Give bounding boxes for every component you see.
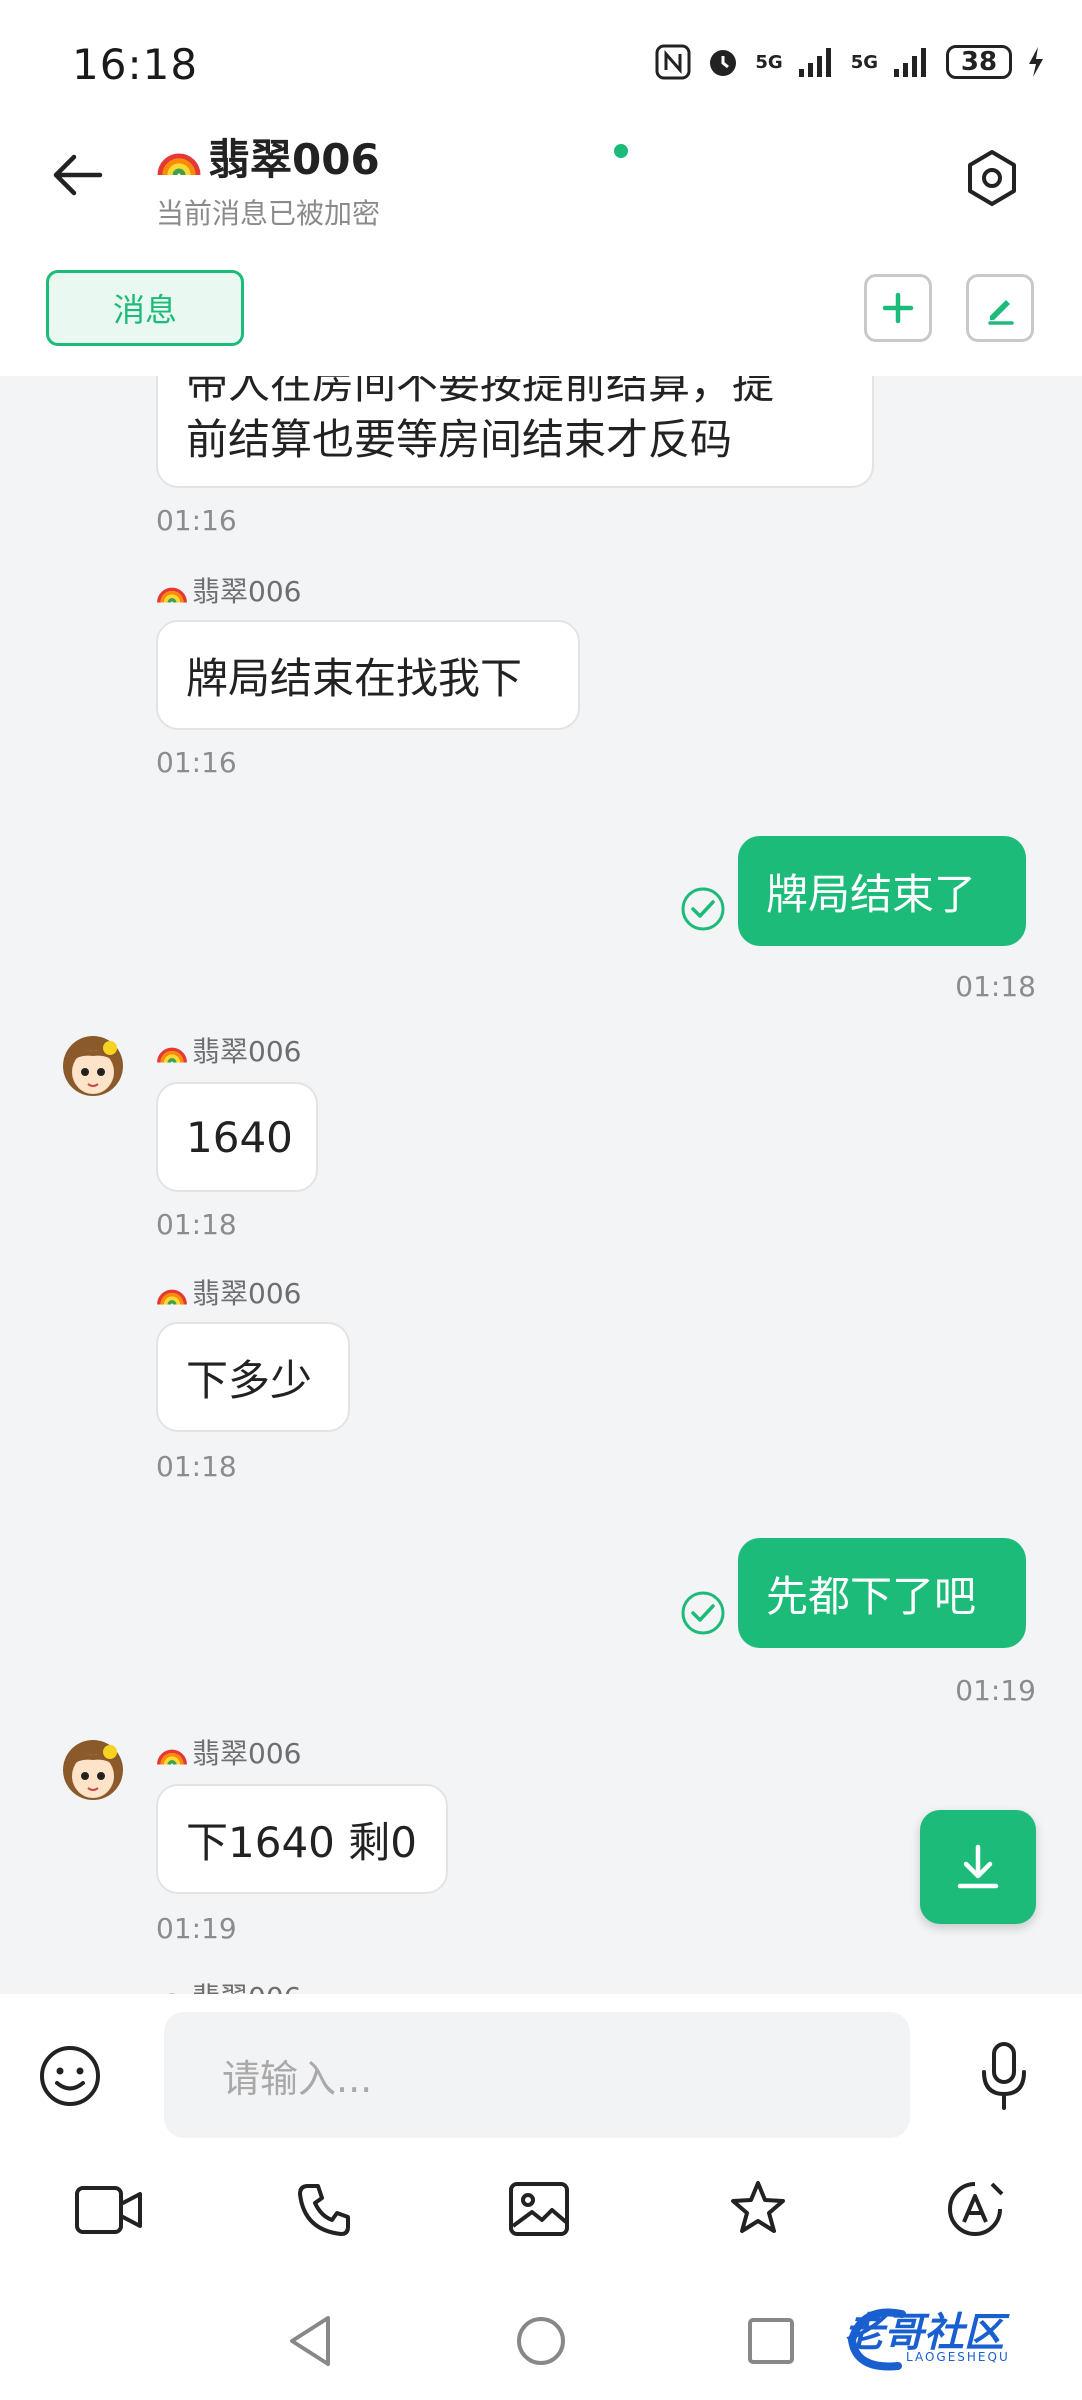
sender-name: 翡翠006 (156, 570, 301, 610)
message-text-line: 带人在房间不要按提前结算，提 (186, 376, 775, 408)
rainbow-icon (157, 587, 187, 603)
download-arrow-icon (957, 1844, 999, 1889)
message-list[interactable]: 带人在房间不要按提前结算，提 前结算也要等房间结束才反码 01:16 翡翠006… (0, 376, 1082, 1994)
message-text: 下1640 剩0 (186, 1817, 417, 1867)
sender-name-text: 翡翠006 (192, 575, 302, 608)
rainbow-icon (157, 1047, 187, 1063)
status-icons: 5G 5G 38 (655, 44, 1046, 80)
message-text: 先都下了吧 (766, 1571, 977, 1621)
read-check-icon (681, 887, 725, 931)
sender-name: 翡翠006 (156, 1976, 301, 1994)
message-text: 牌局结束了 (766, 869, 977, 919)
chat-title: 翡翠006 (156, 126, 380, 187)
charging-icon (1029, 47, 1043, 77)
message-bubble[interactable]: 1640 (156, 1082, 318, 1192)
microphone-icon[interactable] (976, 2040, 1032, 2112)
signal-icon (798, 48, 831, 77)
nav-home-icon[interactable] (514, 2314, 568, 2368)
image-icon[interactable] (508, 2180, 570, 2238)
watermark-subtext: LAOGESHEQU (906, 2350, 1010, 2364)
star-icon[interactable] (728, 2178, 788, 2238)
status-time: 16:18 (72, 40, 199, 89)
nav-back-icon[interactable] (286, 2314, 334, 2368)
rainbow-icon (157, 153, 201, 175)
scroll-to-bottom-button[interactable] (920, 1810, 1036, 1924)
message-bubble-outgoing[interactable]: 牌局结束了 (738, 836, 1026, 946)
network-5g-label: 5G (755, 51, 783, 73)
back-arrow-icon[interactable] (48, 150, 108, 200)
alarm-icon (710, 50, 737, 76)
message-bubble[interactable]: 下多少 (156, 1322, 350, 1432)
settings-hexagon-icon[interactable] (962, 148, 1022, 208)
online-status-dot (614, 144, 628, 158)
rainbow-icon (157, 1289, 187, 1305)
encryption-notice: 当前消息已被加密 (156, 197, 381, 230)
font-icon[interactable] (944, 2178, 1006, 2240)
message-time: 01:18 (955, 970, 1036, 1003)
message-bubble[interactable]: 下1640 剩0 (156, 1784, 448, 1894)
sender-name-text: 翡翠006 (192, 1737, 302, 1770)
message-input[interactable]: 请输入... (164, 2012, 910, 2138)
sender-name-text: 翡翠006 (192, 1277, 302, 1310)
battery-level: 38 (946, 45, 1012, 79)
contact-avatar[interactable] (58, 1732, 128, 1802)
message-time: 01:19 (955, 1674, 1036, 1707)
message-bubble-outgoing[interactable]: 先都下了吧 (738, 1538, 1026, 1648)
network-5g-label-2: 5G (850, 51, 878, 73)
nav-recents-icon[interactable] (746, 2316, 796, 2366)
message-time: 01:18 (156, 1208, 237, 1241)
pencil-icon (988, 300, 1014, 325)
plus-icon (882, 292, 914, 324)
rainbow-icon (168, 1993, 176, 1994)
message-time: 01:18 (156, 1450, 237, 1483)
message-bubble[interactable]: 带人在房间不要按提前结算，提 前结算也要等房间结束才反码 (156, 376, 874, 488)
contact-avatar[interactable] (58, 1028, 128, 1098)
message-text: 1640 (186, 1112, 293, 1162)
emoji-icon[interactable] (38, 2044, 102, 2108)
phone-icon[interactable] (294, 2180, 354, 2240)
edit-button[interactable] (966, 274, 1034, 342)
sender-name: 翡翠006 (156, 1030, 301, 1070)
message-text: 牌局结束在找我下 (186, 653, 523, 703)
message-bubble[interactable]: 牌局结束在找我下 (156, 620, 580, 730)
tab-messages[interactable]: 消息 (46, 270, 244, 346)
signal-icon-2 (894, 48, 926, 77)
sender-name: 翡翠006 (156, 1272, 301, 1312)
sender-name-text: 翡翠006 (192, 1035, 302, 1068)
message-time: 01:19 (156, 1912, 237, 1945)
media-toolbar (0, 2168, 1082, 2252)
message-text-line: 前结算也要等房间结束才反码 (186, 415, 733, 464)
video-icon[interactable] (74, 2182, 144, 2238)
message-time: 01:16 (156, 504, 237, 537)
nfc-icon (655, 44, 691, 80)
read-check-icon (681, 1591, 725, 1635)
message-time: 01:16 (156, 746, 237, 779)
sender-name: 翡翠006 (156, 1732, 301, 1772)
message-text: 下多少 (186, 1355, 313, 1405)
rainbow-icon (157, 1749, 187, 1765)
chat-title-text: 翡翠006 (208, 135, 380, 184)
sender-name-text: 翡翠006 (192, 1976, 301, 1994)
add-button[interactable] (864, 274, 932, 342)
